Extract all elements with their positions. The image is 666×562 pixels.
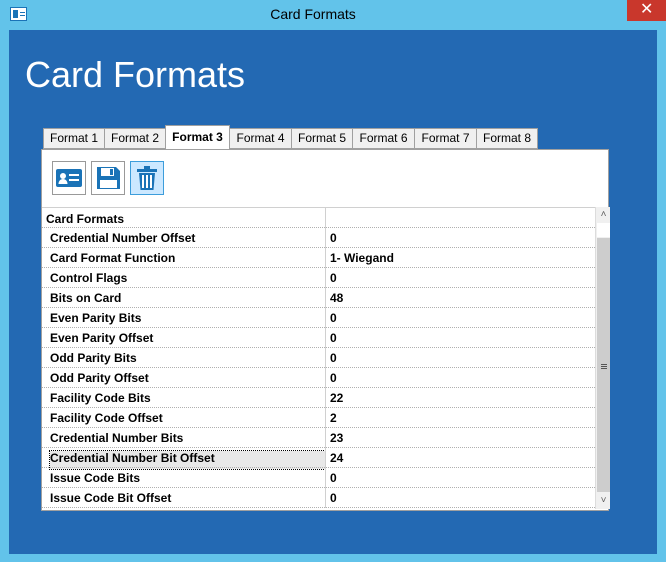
property-row[interactable]: Issue Code Bits 0	[42, 468, 595, 488]
property-row[interactable]: Bits on Card 48	[42, 288, 595, 308]
property-value[interactable]: 0	[330, 471, 337, 485]
grip-icon	[601, 364, 607, 369]
property-grid: Card Formats Credential Number Offset 0 …	[42, 207, 595, 509]
property-value[interactable]: 0	[330, 231, 337, 245]
property-row[interactable]: Odd Parity Bits 0	[42, 348, 595, 368]
close-button[interactable]: ✕	[627, 0, 666, 21]
property-value[interactable]: 0	[330, 491, 337, 505]
tab-format-8[interactable]: Format 8	[476, 128, 538, 149]
property-value[interactable]: 0	[330, 371, 337, 385]
property-value[interactable]: 48	[330, 291, 343, 305]
category-header[interactable]: Card Formats	[42, 208, 595, 228]
id-card-icon	[56, 169, 82, 187]
scroll-track[interactable]	[597, 238, 610, 492]
property-value[interactable]: 22	[330, 391, 343, 405]
property-row-selected[interactable]: Credential Number Bit Offset 24	[42, 448, 595, 470]
window-title: Card Formats	[270, 6, 356, 22]
property-value[interactable]: 24	[330, 451, 343, 465]
property-value[interactable]: 0	[330, 331, 337, 345]
property-row[interactable]: Credential Number Offset 0	[42, 228, 595, 248]
scroll-thumb[interactable]	[597, 223, 610, 237]
title-bar[interactable]: Card Formats ✕	[0, 0, 666, 30]
property-row[interactable]: Control Flags 0	[42, 268, 595, 288]
delete-button[interactable]	[130, 161, 164, 195]
page-title: Card Formats	[25, 54, 246, 95]
property-value[interactable]: 0	[330, 271, 337, 285]
card-button[interactable]	[52, 161, 86, 195]
close-icon: ✕	[640, 1, 654, 18]
property-row[interactable]: Facility Code Offset 2	[42, 408, 595, 428]
app-window: Card Formats ✕ Card Formats Format 1 For…	[0, 0, 666, 562]
scroll-down-icon[interactable]: ˅	[596, 493, 611, 508]
property-row[interactable]: Credential Number Bits 23	[42, 428, 595, 448]
property-value[interactable]: 0	[330, 311, 337, 325]
property-value[interactable]: 2	[330, 411, 337, 425]
tab-format-5[interactable]: Format 5	[291, 128, 353, 149]
property-value[interactable]: 1- Wiegand	[330, 251, 394, 265]
trash-icon	[137, 166, 157, 190]
property-row[interactable]: Issue Code Bit Offset 0	[42, 488, 595, 508]
property-row[interactable]: Even Parity Offset 0	[42, 328, 595, 348]
property-value[interactable]: 23	[330, 431, 343, 445]
property-row[interactable]: Card Format Function 1- Wiegand	[42, 248, 595, 268]
save-button[interactable]	[91, 161, 125, 195]
tab-format-2[interactable]: Format 2	[104, 128, 166, 149]
property-row[interactable]: Even Parity Bits 0	[42, 308, 595, 328]
vertical-scrollbar[interactable]: ˄ ˅	[595, 207, 610, 509]
tab-format-4[interactable]: Format 4	[229, 128, 292, 149]
scroll-up-icon[interactable]: ˄	[596, 207, 611, 222]
tab-format-3[interactable]: Format 3	[165, 125, 230, 149]
save-icon	[97, 167, 120, 189]
tab-format-1[interactable]: Format 1	[43, 128, 105, 149]
client-area: Card Formats Format 1 Format 2 Format 3 …	[9, 30, 657, 554]
property-row[interactable]: Facility Code Bits 22	[42, 388, 595, 408]
tab-format-7[interactable]: Format 7	[414, 128, 477, 149]
property-row[interactable]: Odd Parity Offset 0	[42, 368, 595, 388]
property-value[interactable]: 0	[330, 351, 337, 365]
tab-format-6[interactable]: Format 6	[352, 128, 415, 149]
tab-panel: Card Formats Credential Number Offset 0 …	[41, 149, 610, 511]
